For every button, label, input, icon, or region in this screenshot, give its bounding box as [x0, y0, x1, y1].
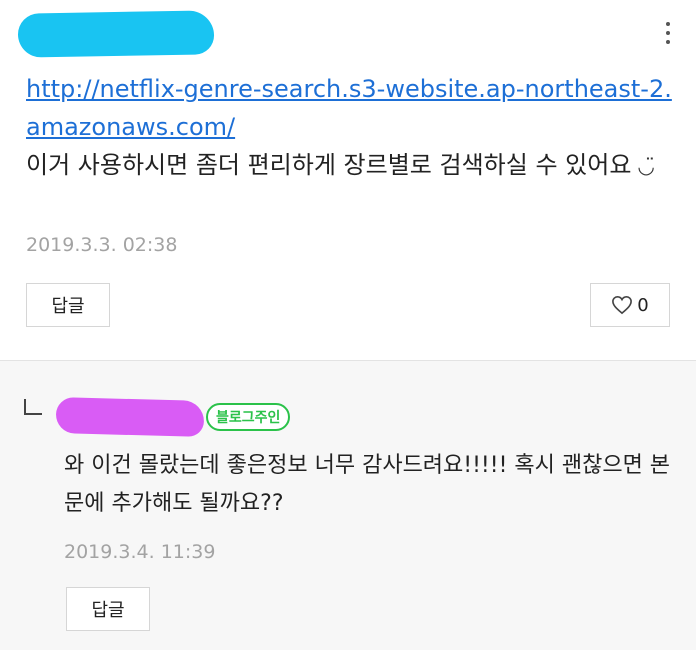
more-vertical-icon[interactable]: [658, 18, 678, 48]
comment-link[interactable]: http://netflix-genre-search.s3-website.a…: [26, 70, 676, 146]
redacted-owner-name: [55, 397, 205, 437]
redacted-author-name: [17, 10, 215, 58]
heart-icon: [612, 295, 633, 315]
like-count: 0: [637, 294, 649, 316]
comment-date: 2019.3.3. 02:38: [26, 234, 178, 256]
comment-text: 이거 사용하시면 좀더 편리하게 장르별로 검색하실 수 있어요 ◡̈: [26, 146, 676, 185]
comment-text-body: 이거 사용하시면 좀더 편리하게 장르별로 검색하실 수 있어요: [26, 151, 632, 179]
reply-date: 2019.3.4. 11:39: [64, 541, 216, 563]
like-button[interactable]: 0: [590, 283, 670, 327]
reply-item: 블로그주인 와 이건 몰랐는데 좋은정보 너무 감사드려요!!!!! 혹시 괜찮…: [0, 361, 696, 650]
reply-text: 와 이건 몰랐는데 좋은정보 너무 감사드려요!!!!! 혹시 괜찮으면 본문에…: [64, 453, 671, 516]
reply-button[interactable]: 답글: [26, 283, 110, 327]
reply-arrow-icon: [24, 399, 42, 415]
reply-button[interactable]: 답글: [66, 587, 150, 631]
comment-item: http://netflix-genre-search.s3-website.a…: [0, 0, 696, 360]
smile-emoticon: ◡̈: [637, 154, 655, 178]
owner-badge: 블로그주인: [206, 403, 291, 431]
